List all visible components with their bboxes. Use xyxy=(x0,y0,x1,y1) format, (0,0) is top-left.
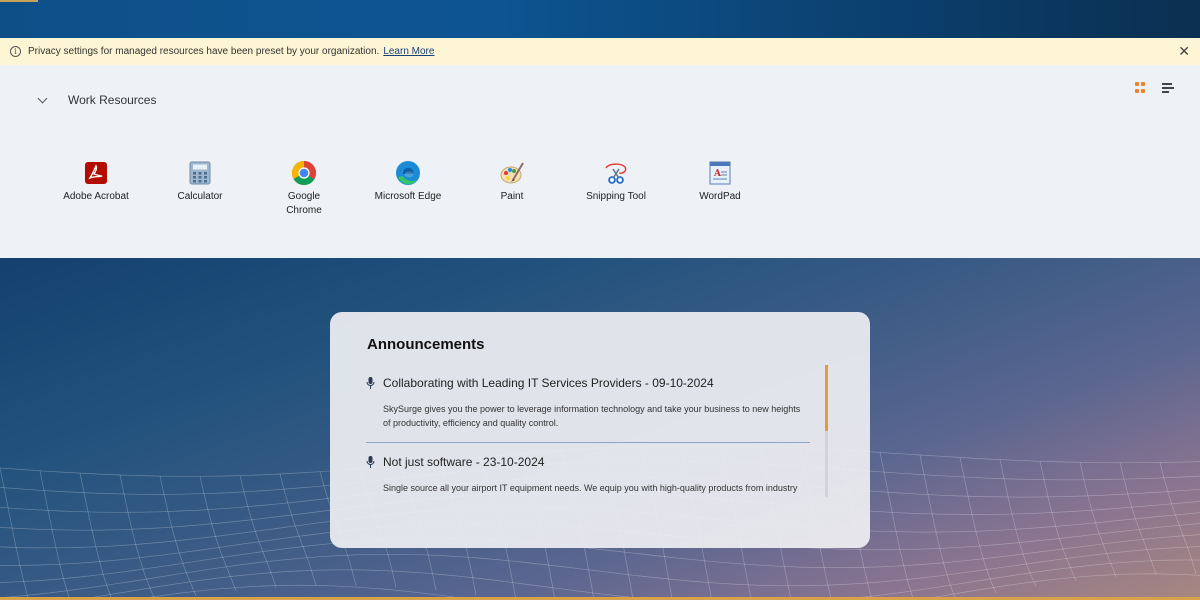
close-icon[interactable]: ✕ xyxy=(1178,43,1190,60)
announcement-item[interactable]: Not just software - 23-10-2024 Single so… xyxy=(366,455,810,496)
scrollbar-thumb[interactable] xyxy=(825,365,828,431)
announcement-body: Single source all your airport IT equipm… xyxy=(383,483,798,493)
notice-text: Privacy settings for managed resources h… xyxy=(28,46,380,57)
app-google-chrome[interactable]: Google Chrome xyxy=(252,160,356,218)
calculator-icon xyxy=(187,160,213,186)
app-label: Adobe Acrobat xyxy=(63,191,129,202)
adobe-acrobat-icon xyxy=(83,160,109,186)
app-label: Snipping Tool xyxy=(586,191,646,202)
app-microsoft-edge[interactable]: Microsoft Edge xyxy=(356,160,460,218)
wordpad-icon: A xyxy=(707,160,733,186)
microphone-icon xyxy=(366,377,375,389)
app-paint[interactable]: Paint xyxy=(460,160,564,218)
top-bar xyxy=(0,0,1200,38)
app-label: Paint xyxy=(500,191,524,202)
app-adobe-acrobat[interactable]: Adobe Acrobat xyxy=(44,160,148,218)
svg-text:A: A xyxy=(713,169,722,179)
privacy-notice-bar: i Privacy settings for managed resources… xyxy=(0,38,1200,65)
grid-view-icon[interactable] xyxy=(1135,82,1146,93)
app-label: WordPad xyxy=(699,191,741,202)
work-resources-title: Work Resources xyxy=(68,93,157,107)
app-snipping-tool[interactable]: Snipping Tool xyxy=(564,160,668,218)
microphone-icon xyxy=(366,456,375,468)
list-view-icon[interactable] xyxy=(1162,82,1174,93)
app-calculator[interactable]: Calculator xyxy=(148,160,252,218)
announcement-title-row: Not just software - 23-10-2024 xyxy=(366,455,810,469)
snipping-tool-icon xyxy=(603,160,629,186)
announcement-title-row: Collaborating with Leading IT Services P… xyxy=(366,376,810,390)
app-grid: Adobe Acrobat Calculator Google Chrome M… xyxy=(44,160,772,218)
chrome-icon xyxy=(291,160,317,186)
learn-more-link[interactable]: Learn More xyxy=(383,46,434,57)
info-icon: i xyxy=(10,46,21,57)
app-label: Calculator xyxy=(177,191,223,202)
view-toggle xyxy=(1135,80,1174,93)
app-label: Google Chrome xyxy=(286,191,322,216)
work-resources-panel: Work Resources Adobe Acrobat Calculator … xyxy=(0,65,1200,258)
divider xyxy=(366,442,810,443)
announcement-item[interactable]: Collaborating with Leading IT Services P… xyxy=(366,376,810,442)
work-resources-header[interactable]: Work Resources xyxy=(36,93,156,107)
announcements-panel: Announcements Collaborating with Leading… xyxy=(330,312,870,548)
chevron-down-icon[interactable] xyxy=(37,93,48,103)
app-label: Microsoft Edge xyxy=(374,191,442,202)
top-bar-accent xyxy=(0,0,38,2)
announcements-list[interactable]: Collaborating with Leading IT Services P… xyxy=(366,376,810,496)
announcement-title: Not just software - 23-10-2024 xyxy=(383,455,545,469)
scrollbar[interactable] xyxy=(825,365,828,497)
edge-icon xyxy=(395,160,421,186)
announcement-title: Collaborating with Leading IT Services P… xyxy=(383,376,714,390)
app-wordpad[interactable]: A WordPad xyxy=(668,160,772,218)
announcement-body: SkySurge gives you the power to leverage… xyxy=(383,404,801,428)
announcements-title: Announcements xyxy=(367,336,485,353)
paint-icon xyxy=(499,160,525,186)
